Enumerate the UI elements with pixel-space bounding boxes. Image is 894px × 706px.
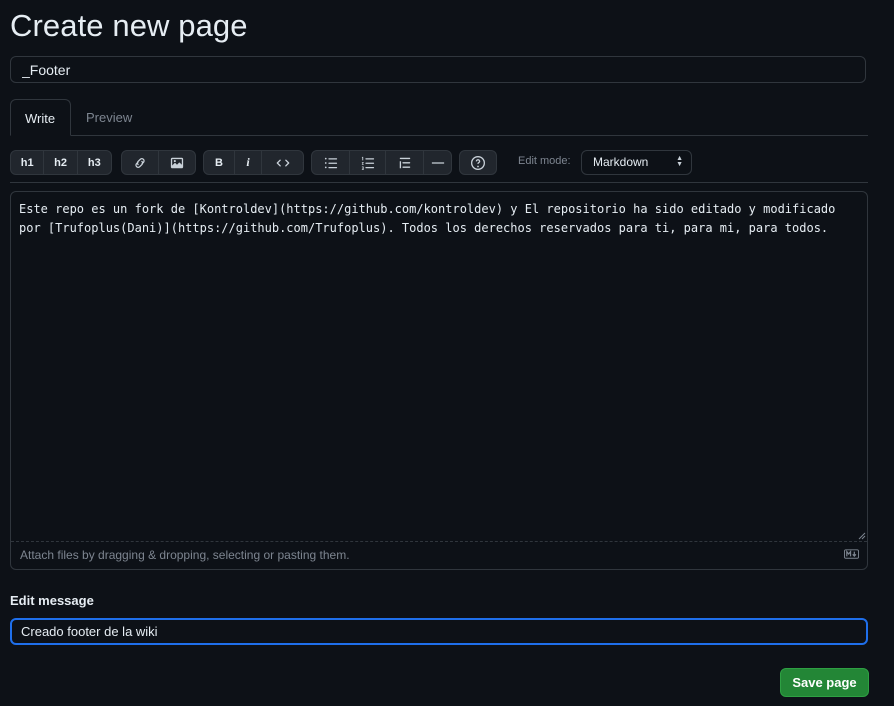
ordered-list-icon (361, 156, 374, 170)
markdown-editor[interactable]: Este repo es un fork de [Kontroldev](htt… (10, 191, 868, 570)
italic-button[interactable]: i (235, 151, 262, 174)
unordered-list-icon (324, 157, 337, 168)
help-group (459, 150, 497, 175)
code-icon (276, 159, 289, 167)
insert-group (121, 150, 196, 175)
toolbar-divider (10, 182, 868, 183)
resize-handle-icon[interactable] (858, 532, 866, 540)
save-page-button[interactable]: Save page (780, 668, 869, 697)
select-caret-icon: ▲ ▼ (676, 155, 683, 168)
edit-message-input[interactable] (10, 618, 868, 645)
image-button[interactable] (159, 151, 196, 174)
edit-mode-select[interactable]: Markdown ▲ ▼ (581, 150, 692, 175)
edit-message-label: Edit message (10, 593, 94, 608)
task-list-icon (399, 157, 410, 168)
attach-files-bar[interactable]: Attach files by dragging & dropping, sel… (11, 541, 867, 569)
unordered-list-button[interactable] (312, 151, 350, 174)
page-title: Create new page (10, 8, 248, 43)
horizontal-rule-icon (431, 161, 444, 164)
page-title-input[interactable] (10, 56, 866, 83)
help-button[interactable] (460, 151, 496, 174)
heading-3-button[interactable]: h3 (78, 151, 111, 174)
task-list-button[interactable] (386, 151, 424, 174)
heading-1-button[interactable]: h1 (11, 151, 45, 174)
ordered-list-button[interactable] (350, 151, 386, 174)
heading-group: h1 h2 h3 (10, 150, 112, 175)
edit-mode-label: Edit mode: (518, 155, 571, 167)
image-icon (170, 157, 183, 168)
heading-2-button[interactable]: h2 (44, 151, 78, 174)
edit-mode-value: Markdown (593, 155, 649, 169)
horizontal-rule-button[interactable] (424, 151, 451, 174)
link-icon (135, 157, 145, 168)
format-group: B i (203, 150, 304, 175)
attach-files-hint: Attach files by dragging & dropping, sel… (20, 548, 350, 562)
bold-button[interactable]: B (204, 151, 235, 174)
editor-tabs: Write Preview (10, 99, 868, 136)
code-button[interactable] (262, 151, 303, 174)
editor-textarea[interactable]: Este repo es un fork de [Kontroldev](htt… (19, 200, 857, 238)
tab-write[interactable]: Write (10, 99, 71, 136)
markdown-toolbar: h1 h2 h3 B i Edit mode: Markdown ▲ ▼ (10, 150, 868, 175)
list-group (311, 150, 452, 175)
markdown-icon[interactable] (844, 549, 859, 559)
tab-preview[interactable]: Preview (72, 99, 146, 135)
help-icon (471, 155, 485, 170)
link-button[interactable] (122, 151, 159, 174)
